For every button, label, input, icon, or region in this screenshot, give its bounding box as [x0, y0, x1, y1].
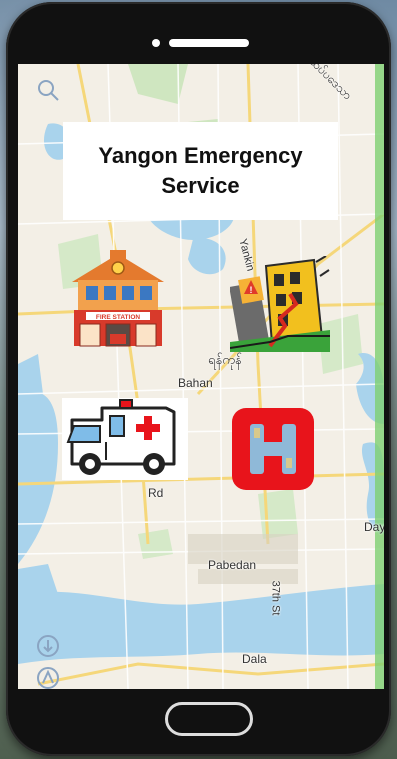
hospital-button[interactable]	[232, 408, 314, 490]
map-label-day: Day	[364, 520, 384, 534]
fire-station-button[interactable]: FIRE STATION	[64, 242, 172, 350]
camera-icon	[152, 39, 160, 47]
ambulance-button[interactable]	[62, 398, 188, 480]
download-map-icon[interactable]	[36, 634, 60, 663]
map-label-burmese-1: ရန်ကုန်	[208, 352, 242, 367]
fire-station-label: FIRE STATION	[96, 314, 140, 321]
map-label-bahan: Bahan	[178, 376, 213, 390]
map-label-pabedan: Pabedan	[208, 558, 257, 572]
map-label-37th-st: 37th St	[269, 580, 282, 616]
earthquake-building-icon: !	[230, 256, 330, 352]
disaster-button[interactable]: !	[230, 256, 330, 352]
app-title-line1: Yangon Emergency	[98, 143, 303, 168]
navigate-icon[interactable]	[36, 666, 60, 689]
app-title-line2: Service	[161, 173, 240, 198]
app-title-card: Yangon Emergency Service	[63, 122, 338, 220]
search-icon[interactable]	[36, 78, 60, 107]
home-button[interactable]	[165, 702, 253, 736]
fire-station-icon: FIRE STATION	[72, 250, 164, 347]
svg-text:!: !	[250, 285, 253, 295]
speaker-icon	[169, 39, 249, 47]
hospital-icon	[232, 408, 314, 490]
map-label-dala: Dala	[242, 652, 267, 666]
app-screen: ထိပ်ပဒေသာ Yankin ရန်ကုန် Bahan Rd Pabeda…	[18, 64, 384, 689]
ambulance-icon	[66, 399, 176, 475]
map-label-rd: Rd	[148, 486, 164, 500]
